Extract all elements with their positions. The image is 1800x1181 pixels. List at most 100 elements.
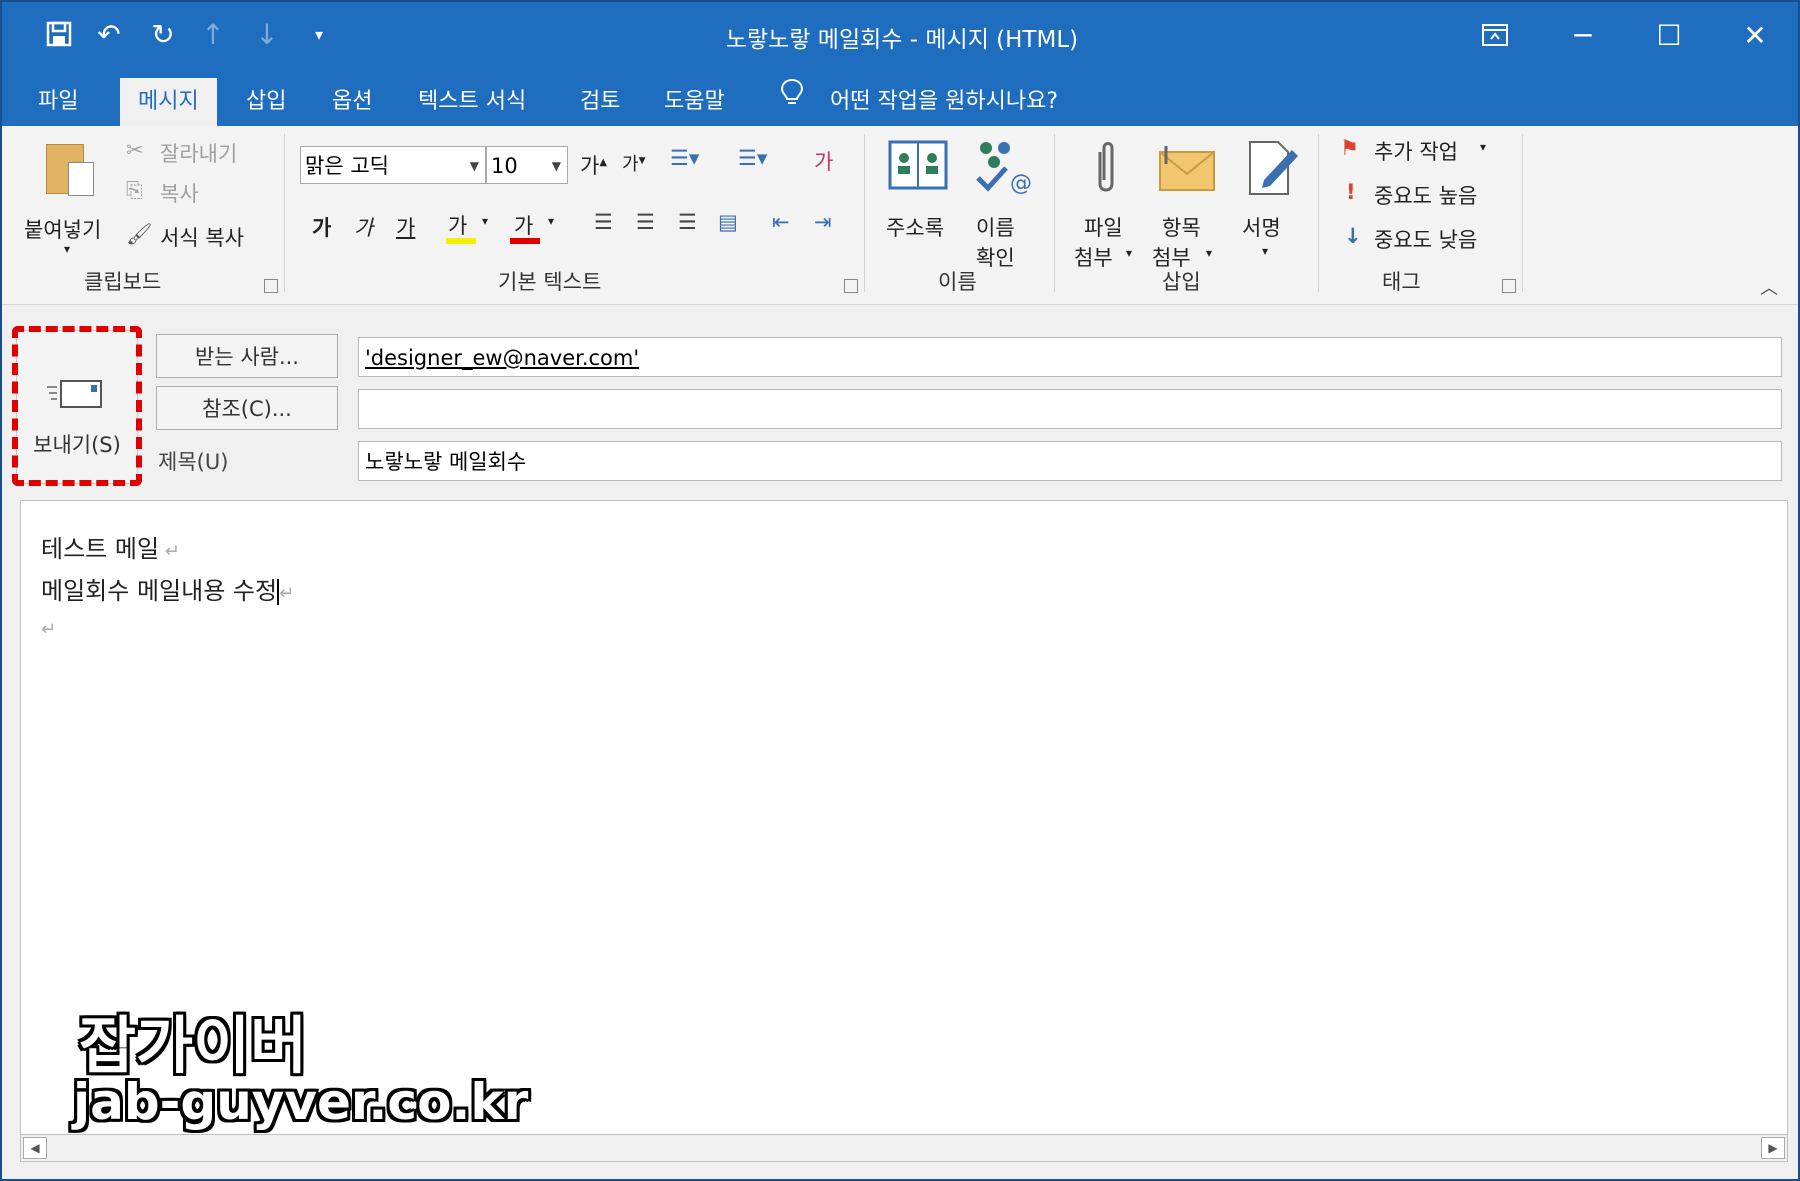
numbering-icon[interactable]: ☰▾ [738, 146, 767, 170]
document-icon [68, 162, 94, 196]
minimize-icon[interactable]: ─ [1548, 10, 1618, 60]
low-importance-button[interactable]: ↓ 중요도 낮음 [1340, 224, 1500, 256]
check-names-label-1: 이름 [976, 216, 1015, 240]
italic-button[interactable]: 가 [354, 212, 373, 242]
tab-help[interactable]: 도움말 [646, 78, 743, 126]
check-names-label-2: 확인 [976, 246, 1015, 270]
bold-button[interactable]: 가 [312, 212, 331, 242]
address-book-button[interactable]: 주소록 [882, 138, 958, 248]
undo-icon[interactable]: ↶ [86, 14, 132, 54]
tab-options[interactable]: 옵션 [314, 78, 390, 126]
dialog-launcher-icon[interactable] [1502, 279, 1516, 293]
highlight-button[interactable]: 가 ▾ [446, 208, 498, 248]
body-line-1: 테스트 메일 ↵ [41, 535, 180, 563]
basic-text-group-label: 기본 텍스트 [498, 270, 602, 294]
paste-button[interactable]: 붙여넣기 ▾ [22, 140, 118, 256]
chevron-down-icon: ▾ [1126, 246, 1133, 260]
chevron-down-icon: ▾ [1206, 246, 1213, 260]
envelope-icon [1159, 146, 1215, 191]
lightbulb-icon[interactable] [780, 78, 804, 126]
justify-icon[interactable]: ▤ [718, 210, 738, 234]
dialog-launcher-icon[interactable] [264, 279, 278, 293]
highlight-color-swatch [446, 238, 476, 244]
title-bar: ↶ ↻ ↑ ↓ ▾ 노랗노랗 메일회수 - 메시지 (HTML) ─ ☐ ✕ [2, 2, 1798, 68]
bullets-icon[interactable]: ☰▾ [670, 146, 699, 170]
font-size-combo[interactable]: 10 ▼ [486, 146, 568, 184]
align-left-icon[interactable]: ☰ [594, 210, 613, 234]
customize-qat-icon[interactable]: ▾ [296, 14, 342, 54]
arrow-down-icon: ↓ [1344, 224, 1362, 248]
cc-field[interactable] [358, 389, 1782, 429]
tab-file[interactable]: 파일 [20, 78, 96, 126]
tab-review[interactable]: 검토 [562, 78, 638, 126]
font-name-combo[interactable]: 맑은 고딕 ▼ [300, 146, 486, 184]
redo-icon[interactable]: ↻ [140, 14, 186, 54]
collapse-ribbon-icon[interactable]: ︿ [1760, 274, 1778, 300]
move-down-icon[interactable]: ↓ [244, 14, 290, 54]
check-names-icon: @ [976, 142, 1032, 196]
follow-up-label: 추가 작업 [1374, 140, 1458, 164]
tags-group-label: 태그 [1382, 270, 1421, 294]
attach-item-button[interactable]: 항목 첨부 ▾ [1148, 138, 1230, 270]
move-up-icon[interactable]: ↑ [190, 14, 236, 54]
high-importance-button[interactable]: ! 중요도 높음 [1340, 180, 1500, 212]
cc-button[interactable]: 참조(C)... [156, 386, 338, 430]
message-body[interactable]: 테스트 메일 ↵ 메일회수 메일내용 수정 ↵ ↵ 잡가이버 jab-guyver… [20, 500, 1788, 1140]
subject-field[interactable]: 노랗노랗 메일회수 [358, 441, 1782, 481]
check-names-button[interactable]: @ 이름 확인 [964, 138, 1040, 270]
attach-item-label-1: 항목 [1162, 216, 1201, 240]
font-color-label: 가 [514, 214, 534, 238]
scissors-icon: ✂ [126, 138, 144, 162]
maximize-icon[interactable]: ☐ [1634, 10, 1704, 60]
address-book-icon [888, 140, 948, 190]
svg-text:@: @ [1010, 171, 1032, 196]
save-icon[interactable] [36, 14, 82, 54]
attach-file-button[interactable]: 파일 첨부 ▾ [1068, 138, 1144, 270]
ribbon-display-options-icon[interactable] [1460, 10, 1530, 60]
paragraph-mark-icon: ↵ [41, 619, 57, 640]
attach-file-label-1: 파일 [1084, 216, 1123, 240]
group-divider [864, 134, 865, 292]
signature-button[interactable]: 서명 ▾ [1234, 138, 1310, 268]
align-right-icon[interactable]: ☰ [678, 210, 697, 234]
low-importance-label: 중요도 낮음 [1374, 228, 1478, 252]
watermark-url: jab-guyver.co.kr [73, 1073, 529, 1131]
font-size-value: 10 [491, 154, 518, 178]
grow-font-icon[interactable]: 가▲ [580, 150, 607, 180]
tab-insert[interactable]: 삽입 [228, 78, 304, 126]
copy-icon: ⎘ [126, 178, 143, 202]
include-group-label: 삽입 [1162, 270, 1201, 294]
follow-up-button[interactable]: ⚑ 추가 작업 ▾ [1340, 136, 1500, 168]
dialog-launcher-icon[interactable] [844, 279, 858, 293]
cut-label: 잘라내기 [160, 142, 238, 166]
scroll-left-icon[interactable]: ◀ [23, 1137, 47, 1159]
font-color-swatch [510, 238, 540, 244]
outlook-message-window: ↶ ↻ ↑ ↓ ▾ 노랗노랗 메일회수 - 메시지 (HTML) ─ ☐ ✕ 파… [0, 0, 1800, 1181]
close-icon[interactable]: ✕ [1720, 10, 1790, 60]
chevron-down-icon: ▾ [482, 214, 489, 228]
window-title: 노랗노랗 메일회수 - 메시지 (HTML) [725, 27, 1079, 53]
tab-format-text[interactable]: 텍스트 서식 [400, 78, 544, 126]
group-divider [1318, 134, 1319, 292]
clear-formatting-icon[interactable]: 가 [814, 146, 833, 176]
signature-label: 서명 [1242, 216, 1281, 240]
scroll-right-icon[interactable]: ▶ [1761, 1137, 1785, 1159]
chevron-down-icon: ▼ [469, 159, 479, 173]
font-color-button[interactable]: 가 ▾ [510, 208, 562, 248]
highlight-label: 가 [448, 214, 468, 238]
chevron-down-icon: ▾ [64, 242, 71, 256]
tell-me-search[interactable]: 어떤 작업을 원하시나요? [830, 78, 1058, 126]
increase-indent-icon[interactable]: ⇥ [814, 210, 832, 234]
to-button[interactable]: 받는 사람... [156, 334, 338, 378]
decrease-indent-icon[interactable]: ⇤ [772, 210, 790, 234]
tab-message[interactable]: 메시지 [120, 78, 217, 126]
shrink-font-icon[interactable]: 가▼ [622, 150, 645, 176]
horizontal-scrollbar[interactable]: ◀ ▶ [20, 1134, 1788, 1162]
to-recipient[interactable]: 'designer_ew@naver.com' [365, 346, 639, 370]
to-field[interactable]: 'designer_ew@naver.com' [358, 337, 1782, 377]
align-center-icon[interactable]: ☰ [636, 210, 655, 234]
watermark-name: 잡가이버 [79, 1009, 308, 1082]
underline-button[interactable]: 가 [396, 212, 415, 242]
names-group-label: 이름 [938, 270, 977, 294]
chevron-down-icon: ▾ [548, 214, 555, 228]
